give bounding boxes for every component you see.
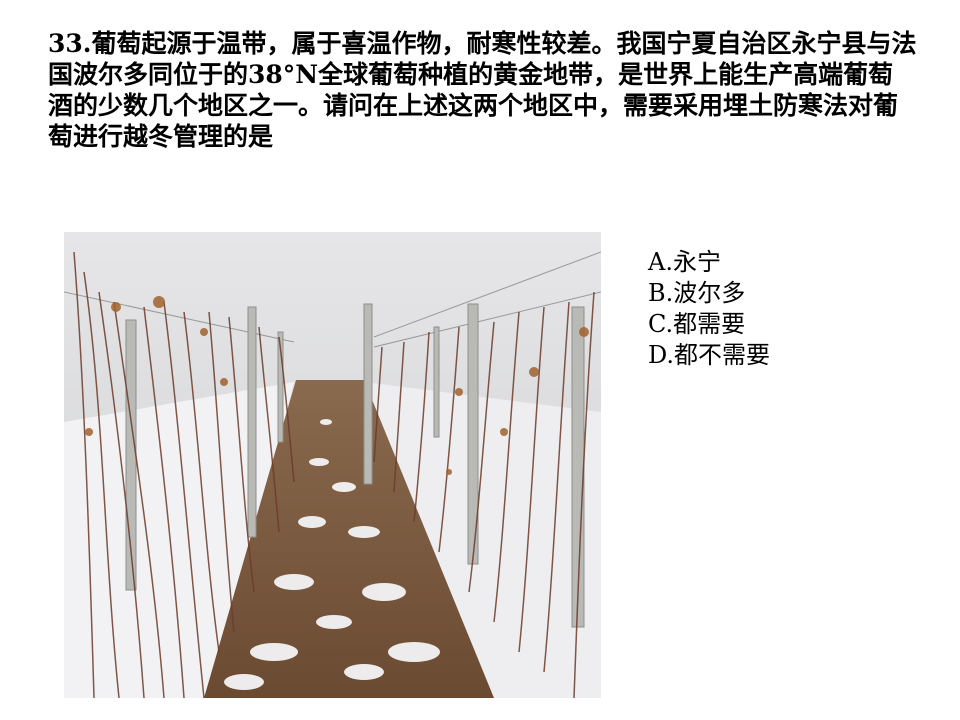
option-b-letter: B. — [648, 279, 674, 307]
slide: 33.葡萄起源于温带，属于喜温作物，耐寒性较差。我国宁夏自治区永宁县与法国波尔多… — [0, 0, 960, 720]
option-c-label: 都需要 — [673, 310, 746, 338]
option-c[interactable]: C.都需要 — [648, 309, 938, 340]
option-d[interactable]: D.都不需要 — [648, 340, 938, 371]
vineyard-photo-icon — [64, 232, 601, 698]
option-d-label: 都不需要 — [674, 341, 771, 369]
option-a[interactable]: A.永宁 — [648, 247, 938, 278]
option-b[interactable]: B.波尔多 — [648, 278, 938, 309]
option-c-letter: C. — [648, 310, 674, 338]
question-text: 33.葡萄起源于温带，属于喜温作物，耐寒性较差。我国宁夏自治区永宁县与法国波尔多… — [48, 29, 917, 151]
option-d-letter: D. — [648, 341, 675, 369]
option-b-label: 波尔多 — [673, 279, 746, 307]
answer-options: A.永宁 B.波尔多 C.都需要 D.都不需要 — [648, 247, 938, 371]
vineyard-photo — [64, 232, 601, 698]
option-a-label: 永宁 — [672, 248, 721, 276]
option-a-letter: A. — [648, 248, 673, 276]
